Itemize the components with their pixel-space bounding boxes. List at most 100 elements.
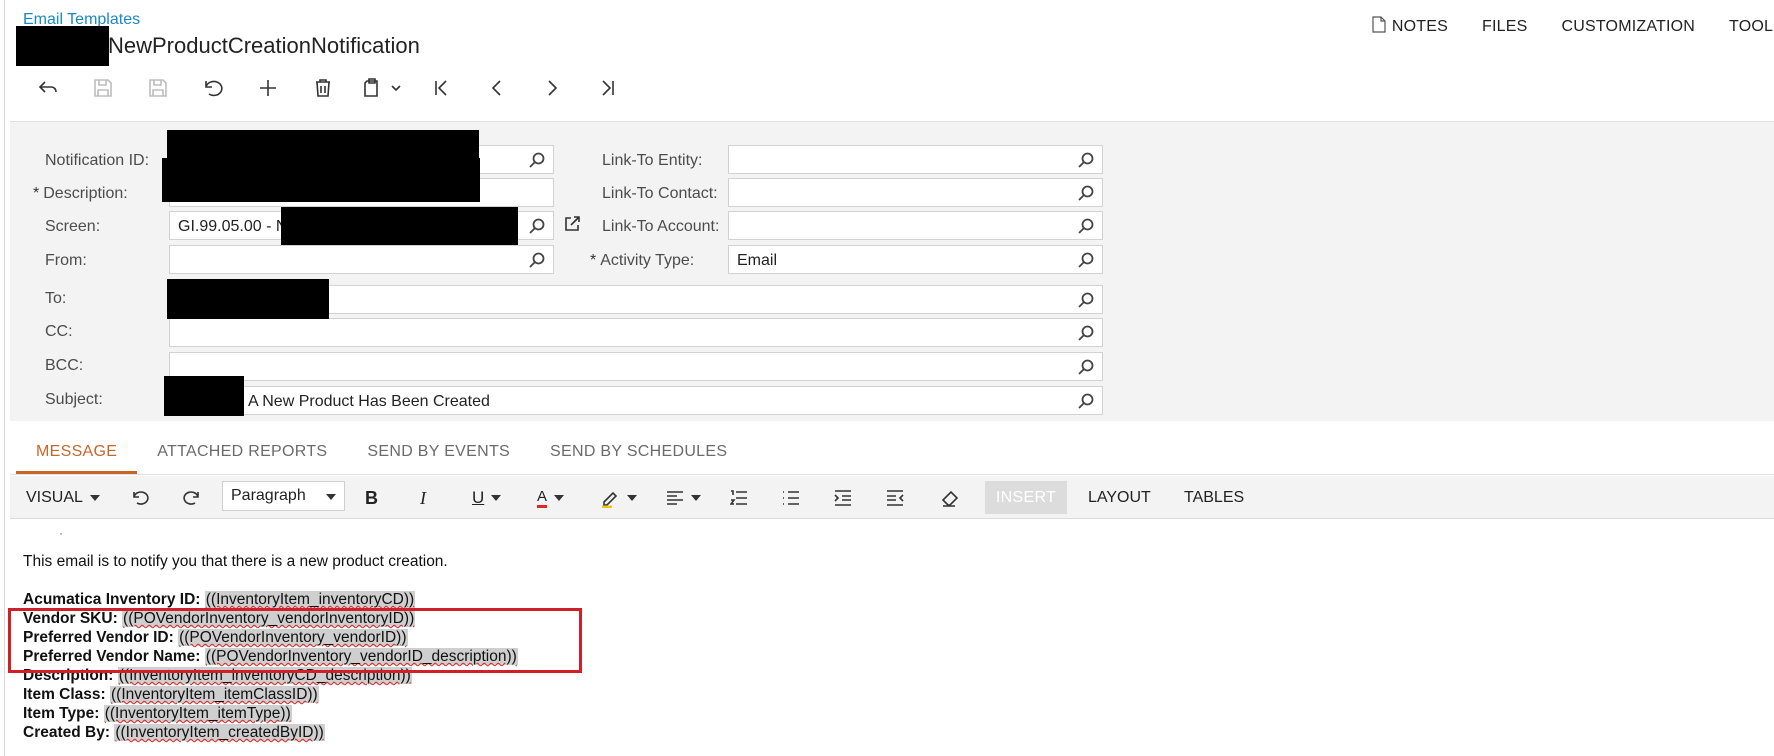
visual-mode-dropdown[interactable]: VISUAL — [26, 482, 100, 514]
save-button[interactable] — [130, 72, 185, 104]
from-field[interactable] — [169, 245, 554, 274]
redacted-block — [164, 376, 244, 416]
next-record-button[interactable] — [524, 72, 579, 104]
highlight-box — [8, 608, 582, 673]
field-label: Item Class: — [23, 686, 106, 703]
left-border — [4, 0, 5, 756]
field-label: Acumatica Inventory ID: — [23, 591, 201, 608]
caret-down-icon — [89, 495, 100, 501]
italic-button[interactable]: I — [420, 482, 426, 514]
link-to-contact-field[interactable] — [728, 178, 1103, 207]
customization-button[interactable]: CUSTOMIZATION — [1561, 16, 1695, 38]
search-icon[interactable] — [1078, 359, 1094, 380]
link-to-entity-field[interactable] — [728, 145, 1103, 174]
first-record-button[interactable] — [414, 72, 469, 104]
paragraph-format-select[interactable]: Paragraph — [222, 481, 345, 511]
text-color-icon: A — [537, 488, 548, 508]
last-record-button[interactable] — [579, 72, 634, 104]
field-token: ((InventoryItem_inventoryCD)) — [204, 591, 416, 608]
page-title: NewProductCreationNotification — [108, 33, 420, 58]
tab-send-by-schedules[interactable]: SEND BY SCHEDULES — [530, 438, 747, 474]
search-icon[interactable] — [529, 152, 545, 173]
redacted-block — [16, 26, 109, 66]
visual-mode-label: VISUAL — [26, 489, 83, 506]
redacted-block — [167, 279, 329, 319]
field-line: Item Class: ((InventoryItem_itemClassID)… — [23, 686, 319, 704]
search-icon[interactable] — [529, 252, 545, 273]
highlight-button[interactable] — [600, 482, 637, 514]
search-icon[interactable] — [1078, 252, 1094, 273]
search-icon[interactable] — [1078, 185, 1094, 206]
align-left-icon — [667, 491, 683, 505]
cc-field[interactable] — [169, 318, 1103, 347]
search-icon[interactable] — [1078, 325, 1094, 346]
insert-button[interactable]: INSERT — [985, 481, 1067, 514]
notes-label: NOTES — [1391, 18, 1449, 35]
outdent-button[interactable] — [886, 482, 904, 514]
add-button[interactable] — [240, 72, 295, 104]
redacted-block — [281, 207, 518, 245]
description-label: * Description: — [33, 185, 128, 203]
subject-field[interactable]: A New Product Has Been Created — [169, 386, 1103, 415]
bullet-list-button[interactable] — [782, 482, 800, 514]
notes-button[interactable]: NOTES — [1372, 16, 1448, 38]
clear-format-button[interactable] — [940, 482, 960, 514]
field-line: Created By: ((InventoryItem_createdByID)… — [23, 724, 325, 742]
redacted-block — [162, 158, 480, 202]
save-close-button[interactable] — [75, 72, 130, 104]
underline-button[interactable]: U — [472, 482, 502, 514]
screen-value: GI.99.05.00 - N — [178, 218, 288, 235]
screen-label: Screen: — [45, 218, 101, 235]
first-record-icon — [434, 80, 447, 96]
undo-icon — [204, 80, 223, 97]
paragraph-format-value: Paragraph — [231, 487, 306, 504]
eraser-icon — [941, 490, 959, 507]
add-icon — [259, 80, 276, 96]
layout-button[interactable]: LAYOUT — [1088, 482, 1151, 514]
intro-text: This email is to notify you that there i… — [23, 553, 448, 570]
activity-type-label-text: Activity Type: — [600, 252, 695, 269]
files-button[interactable]: FILES — [1482, 16, 1527, 38]
description-label-text: Description: — [43, 185, 128, 202]
tables-label: TABLES — [1184, 489, 1245, 506]
bcc-field[interactable] — [169, 352, 1103, 381]
editor-undo-button[interactable] — [130, 482, 150, 514]
indent-button[interactable] — [834, 482, 852, 514]
required-marker: * — [590, 252, 597, 269]
back-button[interactable] — [20, 72, 75, 104]
back-icon — [38, 81, 57, 93]
editor-redo-button[interactable] — [182, 482, 202, 514]
previous-record-button[interactable] — [469, 72, 524, 104]
bullet-list-icon — [783, 491, 799, 505]
link-to-account-field[interactable] — [728, 211, 1103, 240]
align-dropdown[interactable] — [666, 482, 701, 514]
search-icon[interactable] — [1078, 152, 1094, 173]
activity-type-field[interactable]: Email — [728, 245, 1103, 274]
search-icon[interactable] — [1078, 393, 1094, 414]
tables-button[interactable]: TABLES — [1184, 482, 1244, 514]
external-link-icon[interactable] — [563, 215, 581, 238]
tab-attached-reports[interactable]: ATTACHED REPORTS — [137, 438, 347, 474]
tab-message[interactable]: MESSAGE — [16, 438, 138, 474]
tab-divider — [10, 474, 1774, 475]
caret-down-icon — [691, 495, 701, 501]
link-to-contact-label: Link-To Contact: — [602, 185, 718, 202]
tab-send-by-events[interactable]: SEND BY EVENTS — [347, 438, 530, 474]
search-icon[interactable] — [529, 218, 545, 239]
field-token: ((InventoryItem_itemType)) — [103, 705, 292, 722]
field-line: Item Type: ((InventoryItem_itemType)) — [23, 705, 292, 723]
delete-icon — [315, 79, 330, 97]
bold-button[interactable]: B — [365, 482, 378, 514]
caret-down-icon — [627, 495, 637, 501]
search-icon[interactable] — [1078, 292, 1094, 313]
numbered-list-button[interactable] — [730, 482, 748, 514]
field-token: ((InventoryItem_createdByID)) — [114, 724, 325, 741]
search-icon[interactable] — [1078, 218, 1094, 239]
text-color-button[interactable]: A — [537, 482, 565, 514]
cancel-button[interactable] — [185, 72, 240, 104]
tools-label: TOOLS — [1729, 18, 1774, 35]
clipboard-button[interactable] — [350, 72, 414, 104]
required-marker: * — [33, 185, 40, 202]
tools-button[interactable]: TOOLS — [1729, 16, 1774, 38]
delete-button[interactable] — [295, 72, 350, 104]
